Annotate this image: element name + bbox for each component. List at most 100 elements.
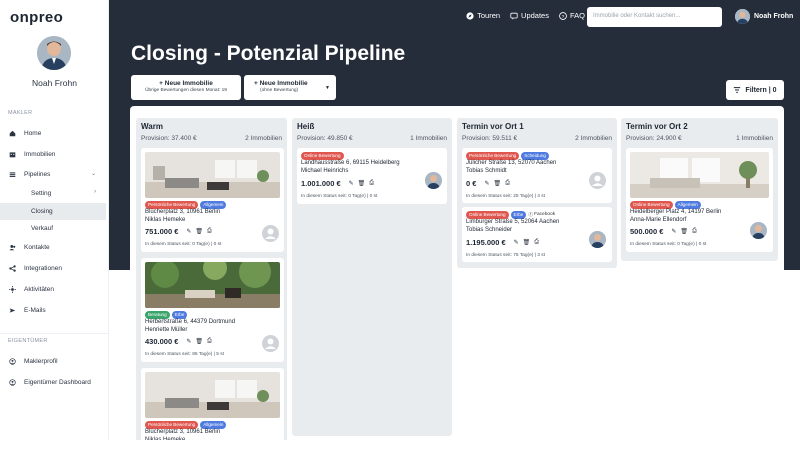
property-price: 0 € bbox=[466, 179, 477, 188]
nav-sub-closing[interactable]: Closing bbox=[0, 203, 106, 220]
property-address: Limburger Straße 5, 52064 Aachen bbox=[466, 219, 560, 225]
agent-avatar[interactable] bbox=[425, 172, 442, 189]
column-title: Heiß bbox=[297, 122, 315, 131]
edit-icon[interactable]: ✎ bbox=[349, 180, 354, 187]
property-address: Blücherplatz 3, 10961 Berlin bbox=[145, 209, 221, 215]
pipeline-board: Warm Provision: 37.400 € 2 Immobilien Pe… bbox=[130, 106, 784, 444]
home-icon bbox=[0, 130, 24, 137]
nav-kontakte[interactable]: Kontakte bbox=[0, 239, 106, 256]
property-price: 430.000 € bbox=[145, 337, 179, 346]
filter-button[interactable]: Filtern | 0 bbox=[726, 80, 784, 100]
nav-sub-setting-label: Setting bbox=[31, 190, 52, 197]
mail-icon bbox=[0, 307, 24, 314]
property-card[interactable]: Online Bewertung Allgemein Heidelberger … bbox=[626, 148, 773, 252]
column-title: Termin vor Ort 1 bbox=[462, 122, 524, 131]
trash-icon[interactable]: 🗑 bbox=[358, 180, 366, 187]
property-photo bbox=[630, 152, 769, 198]
nav-immobilien-label: Immobilien bbox=[24, 151, 56, 158]
nav-sub-verkauf-label: Verkauf bbox=[31, 225, 54, 232]
nav-integrationen-label: Integrationen bbox=[24, 265, 62, 272]
nav-pipelines[interactable]: Pipelines ⌄ bbox=[0, 166, 106, 183]
property-card[interactable]: Persönliche Bewertung Allgemein Blücherp… bbox=[141, 148, 284, 252]
edit-icon[interactable]: ✎ bbox=[186, 228, 191, 235]
agent-avatar[interactable] bbox=[589, 231, 606, 248]
agent-avatar[interactable] bbox=[750, 222, 767, 239]
nav-emails[interactable]: E-Mails bbox=[0, 302, 106, 319]
new-property-no-valuation-label: + Neue Immobilie bbox=[254, 80, 308, 87]
edit-icon[interactable]: ✎ bbox=[186, 338, 191, 345]
svg-text:?: ? bbox=[562, 13, 565, 19]
status-duration: In diesem Status seit: 75 Tag(e) | 3 st bbox=[466, 253, 546, 258]
sidebar: onpreo Noah Frohn MAKLER Home Immobilien… bbox=[0, 0, 109, 440]
page-title: Closing - Potenzial Pipeline bbox=[131, 42, 406, 65]
status-duration: In diesem Status seit: 85 Tag(e) | 5 st bbox=[145, 352, 225, 357]
agent-avatar-placeholder[interactable] bbox=[262, 335, 279, 352]
column-termin-1: Termin vor Ort 1 Provision: 59.511 € 2 I… bbox=[457, 118, 617, 268]
document-icon[interactable]: ⎙ bbox=[207, 338, 212, 345]
caret-down-icon: ▼ bbox=[325, 85, 330, 91]
link-updates[interactable]: Updates bbox=[510, 11, 549, 20]
search-input[interactable]: Immobilie oder Kontakt suchen... bbox=[587, 7, 722, 27]
updates-icon bbox=[510, 12, 518, 20]
property-card[interactable]: Beratung Erbe Herbertstraße 6, 44379 Dor… bbox=[141, 258, 284, 362]
new-property-button[interactable]: + Neue Immobilie Übrige Bewertungen dies… bbox=[131, 75, 241, 100]
agent-avatar-placeholder[interactable] bbox=[262, 225, 279, 242]
top-user-menu[interactable]: Noah Frohn bbox=[735, 9, 793, 24]
status-duration: In diesem Status seit: 0 Tag(e) | 0 st bbox=[145, 242, 222, 247]
top-user-name: Noah Frohn bbox=[754, 13, 794, 20]
nav-eigentuemer-dashboard[interactable]: Eigentümer Dashboard bbox=[0, 374, 106, 391]
property-card[interactable]: Persönliche Bewertung Allgemein Blücherp… bbox=[141, 368, 284, 444]
trash-icon[interactable]: 🗑 bbox=[195, 228, 203, 235]
nav-emails-label: E-Mails bbox=[24, 307, 46, 314]
nav-integrationen[interactable]: Integrationen bbox=[0, 260, 106, 277]
property-card[interactable]: Online Bewertung Landhausstraße 6, 69115… bbox=[297, 148, 447, 204]
nav-aktivitaeten[interactable]: Aktivitäten bbox=[0, 281, 106, 298]
edit-icon[interactable]: ✎ bbox=[484, 180, 489, 187]
document-icon[interactable]: ⎙ bbox=[505, 180, 510, 187]
nav-immobilien[interactable]: Immobilien bbox=[0, 146, 106, 163]
link-faq[interactable]: ? FAQ bbox=[559, 11, 585, 20]
nav-sub-setting[interactable]: Setting › bbox=[0, 185, 106, 202]
link-touren[interactable]: Touren bbox=[466, 11, 500, 20]
property-card[interactable]: Persönliche Bewertung Scheidung Jülicher… bbox=[462, 148, 612, 203]
page-footer-area bbox=[109, 440, 800, 471]
document-icon[interactable]: ⎙ bbox=[692, 228, 697, 235]
filter-icon bbox=[734, 87, 741, 93]
property-address: Blücherplatz 3, 10961 Berlin bbox=[145, 429, 221, 435]
source-label: Facebook bbox=[534, 212, 556, 218]
document-icon[interactable]: ⎙ bbox=[369, 180, 374, 187]
trash-icon[interactable]: 🗑 bbox=[493, 180, 501, 187]
new-property-button-sub: Übrige Bewertungen diesen Monat: 19 bbox=[145, 88, 227, 93]
document-icon[interactable]: ⎙ bbox=[207, 228, 212, 235]
filter-button-label: Filtern | 0 bbox=[745, 86, 777, 94]
nav-aktivitaeten-label: Aktivitäten bbox=[24, 286, 54, 293]
nav-maklerprofil[interactable]: Maklerprofil bbox=[0, 353, 106, 370]
new-property-no-valuation-button[interactable]: + Neue Immobilie (ohne Bewertung) ▼ bbox=[244, 75, 336, 100]
user-avatar[interactable] bbox=[37, 36, 71, 70]
nav-sub-verkauf[interactable]: Verkauf bbox=[0, 220, 106, 237]
column-count: 2 Immobilien bbox=[575, 135, 612, 142]
trash-icon[interactable]: 🗑 bbox=[523, 239, 531, 246]
chevron-right-icon: › bbox=[94, 189, 96, 195]
activity-icon bbox=[0, 286, 24, 293]
property-contact: Michael Heinrichs bbox=[301, 168, 349, 174]
edit-icon[interactable]: ✎ bbox=[671, 228, 676, 235]
nav-kontakte-label: Kontakte bbox=[24, 244, 50, 251]
property-price: 1.001.000 € bbox=[301, 179, 341, 188]
top-links: Touren Updates ? FAQ bbox=[466, 11, 585, 20]
edit-icon[interactable]: ✎ bbox=[514, 239, 519, 246]
nav-home[interactable]: Home bbox=[0, 125, 106, 142]
user-avatar-small bbox=[735, 9, 750, 24]
link-faq-label: FAQ bbox=[569, 11, 585, 20]
brand-logo[interactable]: onpreo bbox=[10, 9, 63, 26]
trash-icon[interactable]: 🗑 bbox=[680, 228, 688, 235]
property-address: Jülicher Straße 13, 52070 Aachen bbox=[466, 160, 557, 166]
integrations-icon bbox=[0, 265, 24, 272]
nav-maklerprofil-label: Maklerprofil bbox=[24, 358, 58, 365]
help-icon: ? bbox=[559, 11, 567, 20]
property-card[interactable]: Online Bewertung Erbe ⓕ Facebook Limburg… bbox=[462, 207, 612, 262]
document-icon[interactable]: ⎙ bbox=[534, 239, 539, 246]
building-icon bbox=[0, 151, 24, 158]
agent-avatar-placeholder[interactable] bbox=[589, 172, 606, 189]
trash-icon[interactable]: 🗑 bbox=[195, 338, 203, 345]
